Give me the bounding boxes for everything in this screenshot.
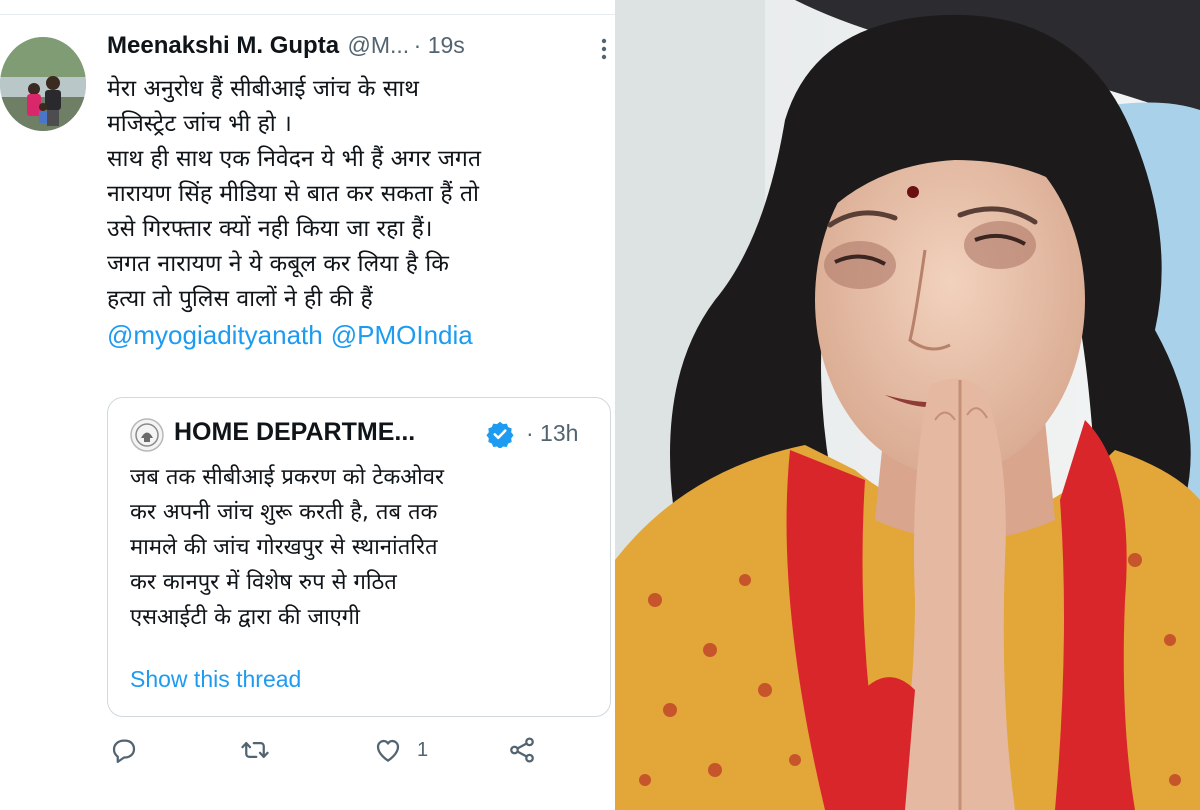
avatar[interactable]: [0, 37, 86, 131]
tweet-text-line: मेरा अनुरोध हैं सीबीआई जांच के साथ: [107, 76, 419, 102]
display-name[interactable]: Meenakshi M. Gupta: [107, 32, 339, 59]
tweet-actions: 1: [107, 735, 612, 775]
mentions: @myogiadityanath @PMOIndia: [107, 317, 612, 353]
profile-photo-icon: [0, 37, 86, 131]
mention-link[interactable]: @myogiadityanath: [107, 320, 323, 350]
woman-folded-hands-photo: [615, 0, 1200, 810]
retweet-icon: [241, 742, 269, 758]
tweet-text-line: मजिस्ट्रेट जांच भी हो ।: [107, 111, 292, 137]
quoted-text-line: एसआईटी के द्वारा की जाएगी: [130, 605, 360, 630]
divider: [0, 14, 615, 15]
more-options-icon[interactable]: [597, 37, 611, 61]
timestamp[interactable]: · 19s: [414, 32, 465, 58]
tweet-text: मेरा अनुरोध हैं सीबीआई जांच के साथ मजिस्…: [107, 72, 612, 353]
quoted-account-name[interactable]: HOME DEPARTME...: [174, 418, 415, 447]
retweet-button[interactable]: [240, 735, 270, 765]
like-button[interactable]: 1: [373, 735, 428, 765]
verified-badge-icon: [486, 421, 514, 448]
heart-icon: [376, 739, 400, 762]
tweet-card: Meenakshi M. Gupta @M... · 19s मेरा अनुर…: [0, 0, 615, 810]
tweet-text-line: हत्या तो पुलिस वालों ने ही की हैं: [107, 286, 373, 312]
mention-link[interactable]: @PMOIndia: [331, 320, 473, 350]
quoted-timestamp[interactable]: · 13h: [526, 420, 578, 447]
show-thread-link[interactable]: Show this thread: [130, 666, 301, 693]
quoted-text-line: कर अपनी जांच शुरू करती है, तब तक: [130, 500, 438, 525]
emblem-avatar-icon[interactable]: [130, 418, 164, 452]
user-handle[interactable]: @M...: [348, 32, 410, 58]
quoted-text-line: कर कानपुर में विशेष रुप से गठित: [130, 570, 397, 595]
reply-icon: [112, 739, 136, 763]
tweet-header: Meenakshi M. Gupta @M... · 19s: [107, 32, 612, 68]
share-icon: [510, 737, 534, 763]
tweet-text-line: नारायण सिंह मीडिया से बात कर सकता हैं तो: [107, 181, 479, 207]
tweet-text-line: जगत नारायण ने ये कबूल कर लिया है कि: [107, 251, 449, 277]
quoted-text: जब तक सीबीआई प्रकरण को टेकओवर कर अपनी जा…: [130, 460, 600, 635]
reply-button[interactable]: [109, 735, 139, 765]
tweet-text-line: साथ ही साथ एक निवेदन ये भी हैं अगर जगत: [107, 146, 481, 172]
like-count: 1: [417, 738, 429, 761]
quoted-text-line: जब तक सीबीआई प्रकरण को टेकओवर: [130, 465, 445, 490]
share-button[interactable]: [507, 735, 537, 765]
quoted-text-line: मामले की जांच गोरखपुर से स्थानांतरित: [130, 535, 438, 560]
photo-panel: [615, 0, 1200, 810]
tweet-text-line: उसे गिरफ्तार क्यों नही किया जा रहा हैं।: [107, 216, 433, 242]
quoted-tweet[interactable]: HOME DEPARTME... · 13h जब तक सीबीआई प्रक…: [107, 397, 611, 717]
